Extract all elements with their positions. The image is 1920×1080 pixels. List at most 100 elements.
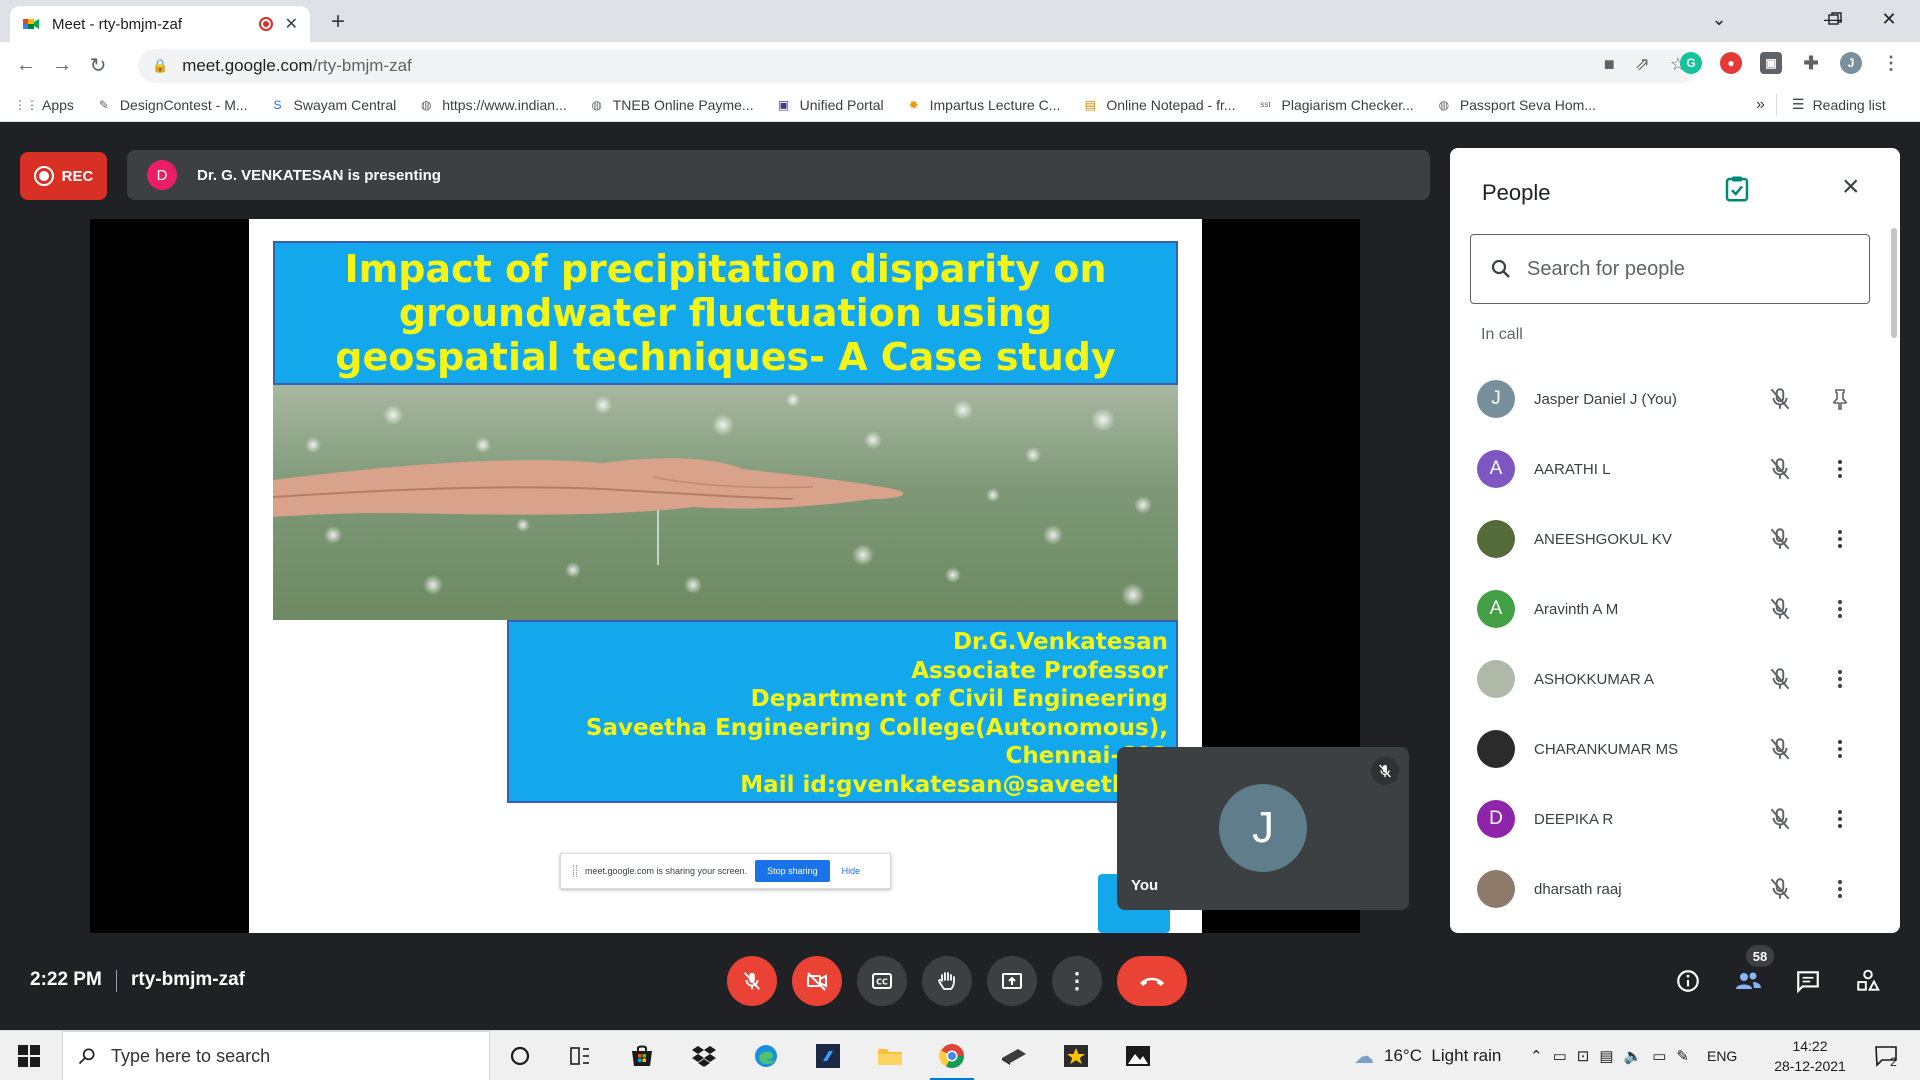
visual-studio-icon[interactable] xyxy=(800,1031,856,1080)
more-options-button[interactable]: ⋮ xyxy=(1052,956,1102,1006)
self-video-tile[interactable]: J You xyxy=(1117,747,1409,910)
pen-icon[interactable]: ✎ xyxy=(1676,1047,1689,1065)
bookmark-item[interactable]: S Swayam Central xyxy=(270,97,397,113)
back-arrow-icon[interactable]: ← xyxy=(8,47,44,83)
windows-start-icon[interactable] xyxy=(18,1045,40,1067)
new-tab-button[interactable]: + xyxy=(322,6,354,38)
panel-scrollbar[interactable] xyxy=(1891,228,1897,338)
participant-muted-mic-icon[interactable] xyxy=(1766,805,1794,833)
participant-muted-mic-icon[interactable] xyxy=(1766,875,1794,903)
tab-search-chevron-icon[interactable]: ⌄ xyxy=(1696,0,1742,38)
participant-muted-mic-icon[interactable] xyxy=(1766,735,1794,763)
participant-row[interactable]: CHARANKUMAR MS xyxy=(1450,714,1880,784)
extensions-puzzle-icon[interactable]: ✚ xyxy=(1800,52,1822,74)
recording-indicator[interactable]: REC xyxy=(20,152,107,200)
participant-more-options-icon[interactable] xyxy=(1826,875,1854,903)
address-bar[interactable]: 🔒 meet.google.com/rty-bmjm-zaf ■ ⇗ ☆ xyxy=(138,49,1698,83)
share-page-icon[interactable]: ⇗ xyxy=(1635,54,1650,75)
participant-muted-mic-icon[interactable] xyxy=(1766,385,1794,413)
reading-list-button[interactable]: ☰ Reading list xyxy=(1792,96,1886,113)
photo-star-app-icon[interactable] xyxy=(1048,1031,1104,1080)
weather-widget[interactable]: ☁ 16°C Light rain xyxy=(1354,1031,1501,1080)
cortana-icon[interactable] xyxy=(492,1031,548,1080)
bookmark-item[interactable]: ✎ DesignContest - M... xyxy=(96,97,248,113)
close-window-button[interactable]: ✕ xyxy=(1866,0,1912,38)
participant-row[interactable]: J Jasper Daniel J (You) xyxy=(1450,364,1880,434)
participant-more-options-icon[interactable] xyxy=(1826,595,1854,623)
participant-more-options-icon[interactable] xyxy=(1826,525,1854,553)
participant-row[interactable]: A Aravinth A M xyxy=(1450,574,1880,644)
battery-icon[interactable]: ▭ xyxy=(1553,1047,1567,1065)
participant-row[interactable]: A AARATHI L xyxy=(1450,434,1880,504)
bookmark-item[interactable]: ◍ https://www.indian... xyxy=(418,97,567,113)
browser-tab-meet[interactable]: Meet - rty-bmjm-zaf ✕ xyxy=(10,6,310,42)
present-screen-button[interactable] xyxy=(987,956,1037,1006)
participant-row[interactable]: ASHOKKUMAR A xyxy=(1450,644,1880,714)
bookmark-item[interactable]: ✸ Impartus Lecture C... xyxy=(906,97,1061,113)
notifications-button[interactable]: 2 xyxy=(1874,1031,1897,1080)
stop-sharing-button[interactable]: Stop sharing xyxy=(755,860,830,882)
bookmarks-overflow-button[interactable]: » xyxy=(1756,96,1765,114)
raise-hand-button[interactable] xyxy=(922,956,972,1006)
participant-muted-mic-icon[interactable] xyxy=(1766,595,1794,623)
photos-app-icon[interactable] xyxy=(1110,1031,1166,1080)
mic-toggle-button[interactable] xyxy=(727,956,777,1006)
bookmark-item[interactable]: ⋮⋮ Apps xyxy=(14,97,74,113)
browser-menu-icon[interactable]: ⋮ xyxy=(1880,52,1902,74)
input-language[interactable]: ENG xyxy=(1707,1048,1737,1064)
chrome-taskbar-icon[interactable] xyxy=(924,1031,980,1080)
restore-button[interactable] xyxy=(1812,0,1858,38)
camera-in-use-icon[interactable]: ■ xyxy=(1604,54,1615,75)
people-search-input[interactable]: Search for people xyxy=(1470,234,1870,304)
stylus-app-icon[interactable] xyxy=(986,1031,1042,1080)
profile-avatar[interactable]: J xyxy=(1840,52,1862,74)
taskbar-search-box[interactable]: Type here to search xyxy=(62,1031,490,1080)
bookmark-item[interactable]: ▤ Online Notepad - fr... xyxy=(1082,97,1236,113)
camera-toggle-button[interactable] xyxy=(792,956,842,1006)
pin-icon[interactable] xyxy=(1826,385,1854,413)
extension-red-icon[interactable]: ● xyxy=(1720,52,1742,74)
participant-more-options-icon[interactable] xyxy=(1826,665,1854,693)
extension-grid-icon[interactable]: ▣ xyxy=(1760,52,1782,74)
file-explorer-icon[interactable] xyxy=(862,1031,918,1080)
participant-more-options-icon[interactable] xyxy=(1826,455,1854,483)
meeting-details-button[interactable] xyxy=(1670,963,1706,999)
activities-button[interactable] xyxy=(1850,963,1886,999)
chat-button[interactable] xyxy=(1790,963,1826,999)
participant-muted-mic-icon[interactable] xyxy=(1766,665,1794,693)
dropbox-icon[interactable] xyxy=(676,1031,732,1080)
tray-app-icon[interactable]: ⊡ xyxy=(1577,1047,1590,1065)
participant-row[interactable]: dharsath raaj xyxy=(1450,854,1880,924)
participant-row[interactable]: ANEESHGOKUL KV xyxy=(1450,504,1880,574)
people-button[interactable] xyxy=(1730,963,1766,999)
participant-muted-mic-icon[interactable] xyxy=(1766,455,1794,483)
bookmark-item[interactable]: ◍ TNEB Online Payme... xyxy=(589,97,754,113)
volume-icon[interactable]: 🔈 xyxy=(1624,1047,1643,1065)
hide-button[interactable]: Hide xyxy=(842,866,861,876)
microsoft-store-icon[interactable] xyxy=(614,1031,670,1080)
forward-arrow-icon[interactable]: → xyxy=(44,47,80,83)
display-icon[interactable]: ▭ xyxy=(1652,1047,1666,1065)
attendance-check-icon[interactable] xyxy=(1722,174,1752,204)
leave-call-button[interactable] xyxy=(1117,956,1187,1006)
grammarly-extension-icon[interactable]: G xyxy=(1680,52,1702,74)
taskbar-clock[interactable]: 14:22 28-12-2021 xyxy=(1760,1036,1860,1076)
captions-button[interactable]: CC xyxy=(857,956,907,1006)
slide-info-line: Department of Civil Engineering xyxy=(750,686,1168,712)
edge-browser-icon[interactable] xyxy=(738,1031,794,1080)
participant-more-options-icon[interactable] xyxy=(1826,735,1854,763)
system-tray: ⌃ ▭ ⊡ ▤ 🔈 ▭ ✎ ENG xyxy=(1530,1031,1737,1080)
bookmark-item[interactable]: ▣ Unified Portal xyxy=(776,97,884,113)
tray-overflow-chevron-icon[interactable]: ⌃ xyxy=(1530,1047,1543,1065)
participant-row[interactable]: D DEEPIKA R xyxy=(1450,784,1880,854)
tab-close-icon[interactable]: ✕ xyxy=(285,14,298,34)
reload-icon[interactable]: ↻ xyxy=(80,47,116,83)
bookmark-item[interactable]: sst Plagiarism Checker... xyxy=(1258,97,1413,113)
network-icon[interactable]: ▤ xyxy=(1599,1047,1613,1065)
participant-muted-mic-icon[interactable] xyxy=(1766,525,1794,553)
participant-more-options-icon[interactable] xyxy=(1826,805,1854,833)
task-view-icon[interactable] xyxy=(552,1031,608,1080)
windows-taskbar: Type here to search ☁ 16°C Light rain ⌃ … xyxy=(0,1030,1920,1080)
close-panel-icon[interactable]: × xyxy=(1842,172,1860,202)
bookmark-item[interactable]: ◍ Passport Seva Hom... xyxy=(1436,97,1596,113)
